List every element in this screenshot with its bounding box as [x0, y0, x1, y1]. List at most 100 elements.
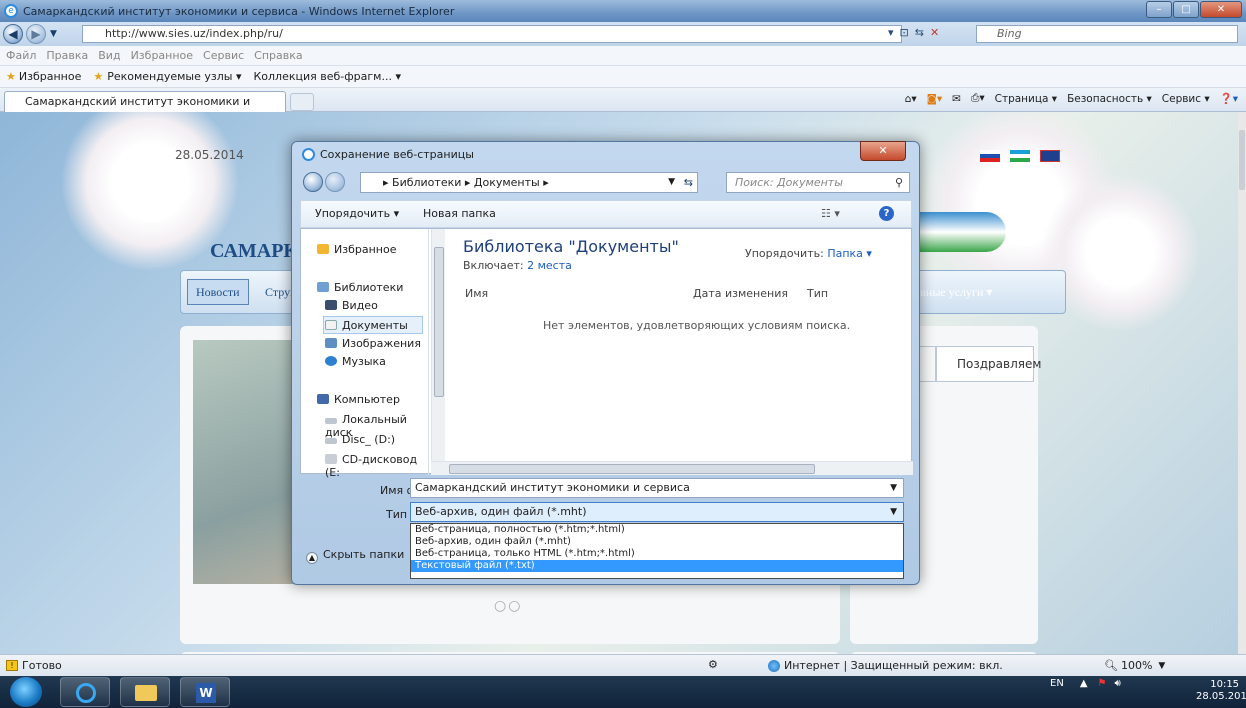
filetype-option[interactable]: Веб-страница, полностью (*.htm;*.html) [411, 524, 903, 536]
new-folder-button[interactable]: Новая папка [423, 207, 496, 220]
folder-icon [135, 685, 157, 701]
flag-en-icon[interactable] [1040, 150, 1060, 162]
filetype-dropdown-icon[interactable]: ▼ [890, 503, 897, 521]
zoom-dropdown-icon[interactable]: ▼ [1158, 661, 1165, 671]
taskbar-ie-button[interactable] [60, 677, 110, 707]
refresh-icon[interactable]: ⇆ [684, 173, 693, 192]
minimize-button[interactable]: – [1146, 1, 1172, 18]
compatibility-icon[interactable]: ⊡ [900, 26, 909, 39]
dialog-title: Сохранение веб-страницы [320, 148, 474, 161]
filename-dropdown-icon[interactable]: ▼ [890, 479, 897, 497]
dialog-close-button[interactable]: ✕ [860, 141, 906, 161]
hscrollbar-thumb[interactable] [449, 464, 815, 474]
tree-documents[interactable]: Документы [325, 319, 408, 332]
filetype-select[interactable]: Веб-архив, один файл (*.mht) ▼ [410, 502, 904, 522]
file-list-hscrollbar[interactable] [431, 461, 913, 475]
tree-music[interactable]: Музыка [325, 355, 386, 368]
pictures-icon [325, 338, 337, 348]
page-menu[interactable]: Страница ▾ [995, 93, 1057, 105]
column-type[interactable]: Тип [807, 287, 828, 300]
zoom-control[interactable]: 🔍︎ 100% ▼ [1104, 659, 1165, 672]
hide-folders-button[interactable]: ▲ Скрыть папки [306, 548, 404, 564]
print-icon[interactable]: ⎙▾ [971, 92, 985, 105]
mail-icon[interactable]: ✉ [952, 93, 961, 105]
favorites-button[interactable]: Избранное [19, 70, 81, 83]
popup-blocker-icon[interactable]: ⚙ [708, 658, 718, 671]
add-favorite-icon[interactable]: ★ [93, 70, 103, 83]
taskbar-word-button[interactable]: W [180, 677, 230, 707]
dialog-forward-button[interactable] [325, 172, 345, 192]
new-tab-button[interactable] [290, 93, 314, 111]
maximize-button[interactable]: □ [1173, 1, 1199, 18]
dialog-search-input[interactable]: Поиск: Документы ⚲ [726, 172, 910, 193]
filetype-option[interactable]: Текстовый файл (*.txt) [411, 560, 903, 572]
search-input[interactable]: Bing [976, 25, 1238, 43]
tree-libraries[interactable]: Библиотеки [317, 281, 403, 294]
tree-favorites[interactable]: Избранное [317, 243, 396, 256]
safety-menu[interactable]: Безопасность ▾ [1067, 93, 1152, 105]
page-scrollbar[interactable] [1238, 112, 1246, 654]
organize-button[interactable]: Упорядочить ▾ [315, 207, 399, 220]
feeds-icon[interactable]: ◙▾ [927, 93, 942, 105]
tab-active[interactable]: Самаркандский институт экономики и серви… [4, 91, 286, 127]
menu-favorites[interactable]: Избранное [131, 49, 193, 62]
tree-disc-d[interactable]: Disc_ (D:) [325, 433, 395, 446]
flag-tray-icon[interactable]: ⚑ [1098, 678, 1107, 689]
flag-ru-icon[interactable] [980, 150, 1000, 162]
arrange-by-dropdown[interactable]: Папка ▾ [827, 247, 872, 260]
start-button[interactable] [10, 677, 42, 707]
tree-scrollbar[interactable] [431, 229, 445, 461]
library-locations-link[interactable]: 2 места [527, 259, 572, 272]
close-button[interactable]: ✕ [1200, 1, 1242, 18]
menu-view[interactable]: Вид [98, 49, 120, 62]
dialog-back-button[interactable] [303, 172, 323, 192]
help-icon[interactable]: ? [879, 206, 894, 221]
address-dropdown-icon[interactable]: ▾ [888, 26, 894, 39]
help-icon[interactable]: ❓▾ [1220, 92, 1238, 105]
history-dropdown-icon[interactable]: ▼ [50, 29, 57, 39]
column-name[interactable]: Имя [465, 287, 488, 300]
web-slice-gallery[interactable]: Коллекция веб-фрагм... ▾ [253, 70, 400, 83]
tree-video[interactable]: Видео [325, 299, 378, 312]
stop-icon[interactable]: ✕ [930, 26, 939, 39]
tree-computer[interactable]: Компьютер [317, 393, 400, 406]
clock[interactable]: 10:15 28.05.2014 [1196, 679, 1246, 703]
view-options-icon[interactable]: ☷ ▾ [821, 207, 840, 220]
column-date-modified[interactable]: Дата изменения [693, 287, 788, 300]
tree-scrollbar-thumb[interactable] [434, 247, 444, 397]
navigation-pane: Избранное Библиотеки Видео Документы Изо… [301, 229, 429, 479]
refresh-icon[interactable]: ⇆ [915, 26, 924, 39]
back-button[interactable]: ◀ [3, 24, 23, 44]
menu-tools[interactable]: Сервис [203, 49, 244, 62]
breadcrumb[interactable]: ▸ Библиотеки ▸ Документы ▸ ▼ ⇆ [360, 172, 698, 193]
suggested-sites[interactable]: Рекомендуемые узлы ▾ [107, 70, 241, 83]
language-indicator[interactable]: EN [1050, 678, 1064, 689]
menu-file[interactable]: Файл [6, 49, 36, 62]
volume-icon[interactable]: 🔊︎ [1114, 678, 1120, 689]
search-icon[interactable]: ⚲ [895, 173, 903, 192]
nav-services[interactable]: твные услуги ▾ [915, 285, 992, 300]
tree-cd-drive[interactable]: CD-дисковод (E: [325, 453, 428, 479]
menu-edit[interactable]: Правка [46, 49, 88, 62]
taskbar-explorer-button[interactable] [120, 677, 170, 707]
menu-help[interactable]: Справка [254, 49, 302, 62]
tools-menu[interactable]: Сервис ▾ [1162, 93, 1210, 105]
breadcrumb-dropdown-icon[interactable]: ▼ [668, 173, 675, 192]
home-icon[interactable]: ⌂▾ [905, 93, 917, 105]
filename-input[interactable]: Самаркандский институт экономики и серви… [410, 478, 904, 498]
disk-icon [325, 418, 337, 424]
side-tab-congrats[interactable]: Поздравляем [936, 346, 1041, 382]
tray-expand-icon[interactable]: ▲ [1080, 678, 1088, 689]
url-text: http://www.sies.uz/index.php/ru/ [105, 27, 283, 40]
slider-dots[interactable]: ○○ [494, 598, 522, 614]
page-scrollbar-thumb[interactable] [1239, 130, 1245, 190]
address-input[interactable]: http://www.sies.uz/index.php/ru/ [82, 25, 902, 43]
filetype-option[interactable]: Веб-архив, один файл (*.mht) [411, 536, 903, 548]
tree-pictures[interactable]: Изображения [325, 337, 421, 350]
filetype-option[interactable]: Веб-страница, только HTML (*.htm;*.html) [411, 548, 903, 560]
forward-button[interactable]: ▶ [26, 24, 46, 44]
security-zone[interactable]: Интернет | Защищенный режим: вкл. [768, 659, 1003, 672]
flag-uz-icon[interactable] [1010, 150, 1030, 162]
nav-news[interactable]: Новости [187, 279, 249, 305]
window-title: Самаркандский институт экономики и серви… [23, 4, 455, 18]
